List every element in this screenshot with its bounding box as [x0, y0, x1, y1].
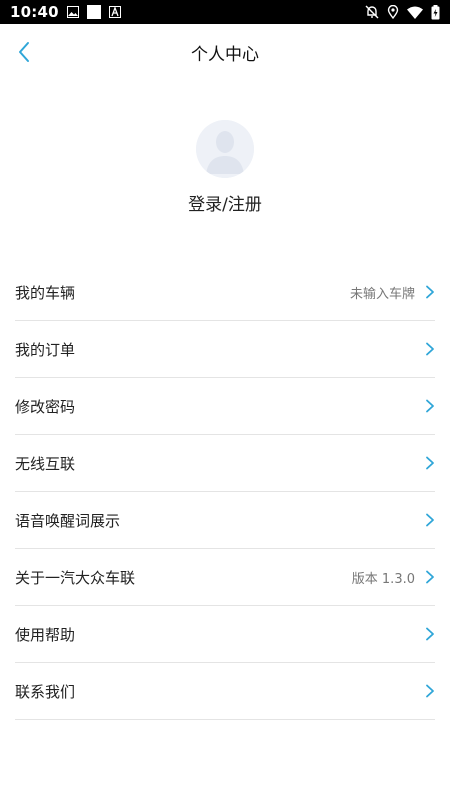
menu-item-contact-us[interactable]: 联系我们 — [15, 663, 435, 720]
menu-item-value: 未输入车牌 — [349, 286, 415, 302]
menu-item-wireless-connect[interactable]: 无线互联 — [15, 435, 435, 492]
menu-item-about[interactable]: 关于一汽大众车联 版本 1.3.0 — [15, 549, 435, 606]
menu-item-my-orders[interactable]: 我的订单 — [15, 321, 435, 378]
menu-item-right — [425, 513, 435, 527]
top-app-bar: 个人中心 — [0, 24, 450, 80]
image-icon — [66, 6, 79, 18]
settings-menu: 我的车辆 未输入车牌 我的订单 修改密码 无线互联 语音唤醒词展示 关于一汽大众… — [15, 264, 435, 720]
menu-item-change-password[interactable]: 修改密码 — [15, 378, 435, 435]
user-silhouette-icon — [196, 120, 254, 178]
wifi-icon — [407, 6, 423, 19]
chevron-right-icon — [425, 285, 435, 299]
a-icon — [108, 6, 121, 18]
version-text: 版本 1.3.0 — [351, 571, 415, 587]
menu-item-label: 修改密码 — [15, 397, 76, 416]
menu-item-label: 我的车辆 — [15, 283, 76, 302]
status-bar-left: 10:40 — [10, 3, 121, 21]
square-icon — [86, 5, 101, 19]
chevron-right-icon — [425, 513, 435, 527]
page-title: 个人中心 — [191, 44, 259, 65]
menu-item-right — [425, 342, 435, 356]
location-icon — [387, 5, 399, 19]
chevron-right-icon — [425, 399, 435, 413]
login-register-link[interactable]: 登录/注册 — [188, 190, 262, 215]
avatar[interactable] — [196, 120, 254, 178]
menu-item-right — [425, 684, 435, 698]
chevron-right-icon — [425, 570, 435, 584]
menu-item-label: 语音唤醒词展示 — [15, 511, 121, 530]
chevron-right-icon — [425, 456, 435, 470]
status-bar: 10:40 — [0, 0, 450, 24]
menu-item-label: 使用帮助 — [15, 625, 76, 644]
status-time: 10:40 — [10, 3, 59, 21]
chevron-right-icon — [425, 342, 435, 356]
menu-item-right: 版本 1.3.0 — [352, 568, 435, 587]
chevron-right-icon — [425, 684, 435, 698]
menu-item-label: 无线互联 — [15, 454, 76, 473]
chevron-right-icon — [425, 627, 435, 641]
menu-item-label: 联系我们 — [15, 682, 76, 701]
menu-item-right — [425, 627, 435, 641]
menu-item-right: 未输入车牌 — [350, 283, 435, 302]
battery-icon — [431, 4, 440, 20]
menu-item-label: 关于一汽大众车联 — [15, 568, 136, 587]
menu-item-help[interactable]: 使用帮助 — [15, 606, 435, 663]
back-button[interactable] — [10, 38, 38, 66]
status-bar-right — [365, 4, 440, 20]
notification-off-icon — [365, 5, 379, 19]
menu-item-voice-wake-words[interactable]: 语音唤醒词展示 — [15, 492, 435, 549]
profile-section: 登录/注册 — [0, 120, 450, 230]
menu-item-label: 我的订单 — [15, 340, 76, 359]
chevron-left-icon — [17, 41, 31, 63]
menu-item-my-vehicle[interactable]: 我的车辆 未输入车牌 — [15, 264, 435, 321]
menu-item-right — [425, 399, 435, 413]
menu-item-right — [425, 456, 435, 470]
